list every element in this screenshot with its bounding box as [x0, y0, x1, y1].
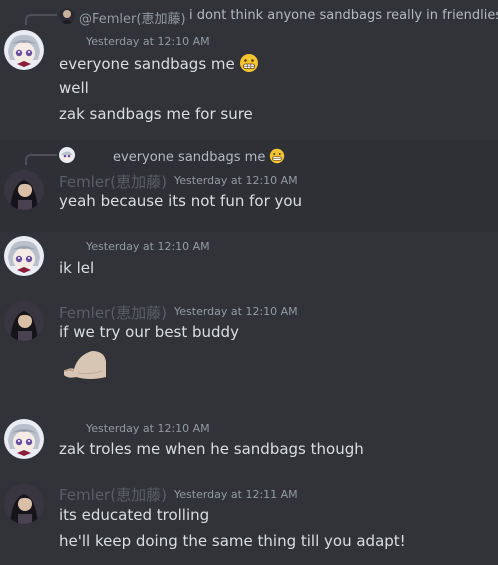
reply-preview-text: everyone sandbags me: [113, 150, 266, 165]
grimacing-emoji-icon[interactable]: [239, 53, 259, 73]
message-text: he'll keep doing the same thing till you…: [59, 532, 406, 550]
reply-preview-text[interactable]: i dont think anyone sandbags really in f…: [189, 8, 498, 23]
message-text: well: [59, 79, 89, 97]
message-line: everyone sandbags me: [59, 53, 259, 73]
reply-connector: [25, 154, 57, 165]
reply-avatar[interactable]: [59, 147, 75, 163]
author-name[interactable]: Femler(恵加藤): [59, 302, 167, 323]
avatar[interactable]: [4, 419, 44, 459]
message-timestamp[interactable]: Yesterday at 12:10 AM: [86, 240, 210, 253]
message-text: zak sandbags me for sure: [59, 105, 253, 123]
message-timestamp[interactable]: Yesterday at 12:10 AM: [86, 422, 210, 435]
author-name[interactable]: Femler(恵加藤): [59, 484, 167, 505]
avatar[interactable]: [4, 30, 44, 70]
message-timestamp[interactable]: Yesterday at 12:10 AM: [174, 305, 298, 318]
message-text: yeah because its not fun for you: [59, 192, 303, 210]
reply-avatar[interactable]: [59, 8, 75, 24]
message-timestamp[interactable]: Yesterday at 12:11 AM: [174, 488, 298, 501]
message-timestamp[interactable]: Yesterday at 12:10 AM: [174, 174, 298, 187]
reply-author[interactable]: @Femler(恵加藤): [79, 8, 186, 27]
avatar[interactable]: [4, 301, 44, 341]
chat-message-list: @Femler(恵加藤) i dont think anyone sandbag…: [0, 0, 498, 565]
message-text: everyone sandbags me: [59, 55, 235, 73]
grimacing-emoji-icon: [269, 148, 285, 164]
reply-connector: [25, 14, 57, 25]
message-text: its educated trolling: [59, 506, 210, 524]
avatar[interactable]: [4, 484, 44, 524]
message-text: zak troles me when he sandbags though: [59, 440, 364, 458]
avatar[interactable]: [4, 170, 44, 210]
message-text: ik lel: [59, 259, 95, 277]
author-name[interactable]: Femler(恵加藤): [59, 171, 167, 192]
message-text: if we try our best buddy: [59, 323, 239, 341]
image-attachment[interactable]: [60, 347, 106, 381]
message-timestamp[interactable]: Yesterday at 12:10 AM: [86, 35, 210, 48]
reply-preview[interactable]: everyone sandbags me: [113, 148, 285, 165]
avatar[interactable]: [4, 236, 44, 276]
